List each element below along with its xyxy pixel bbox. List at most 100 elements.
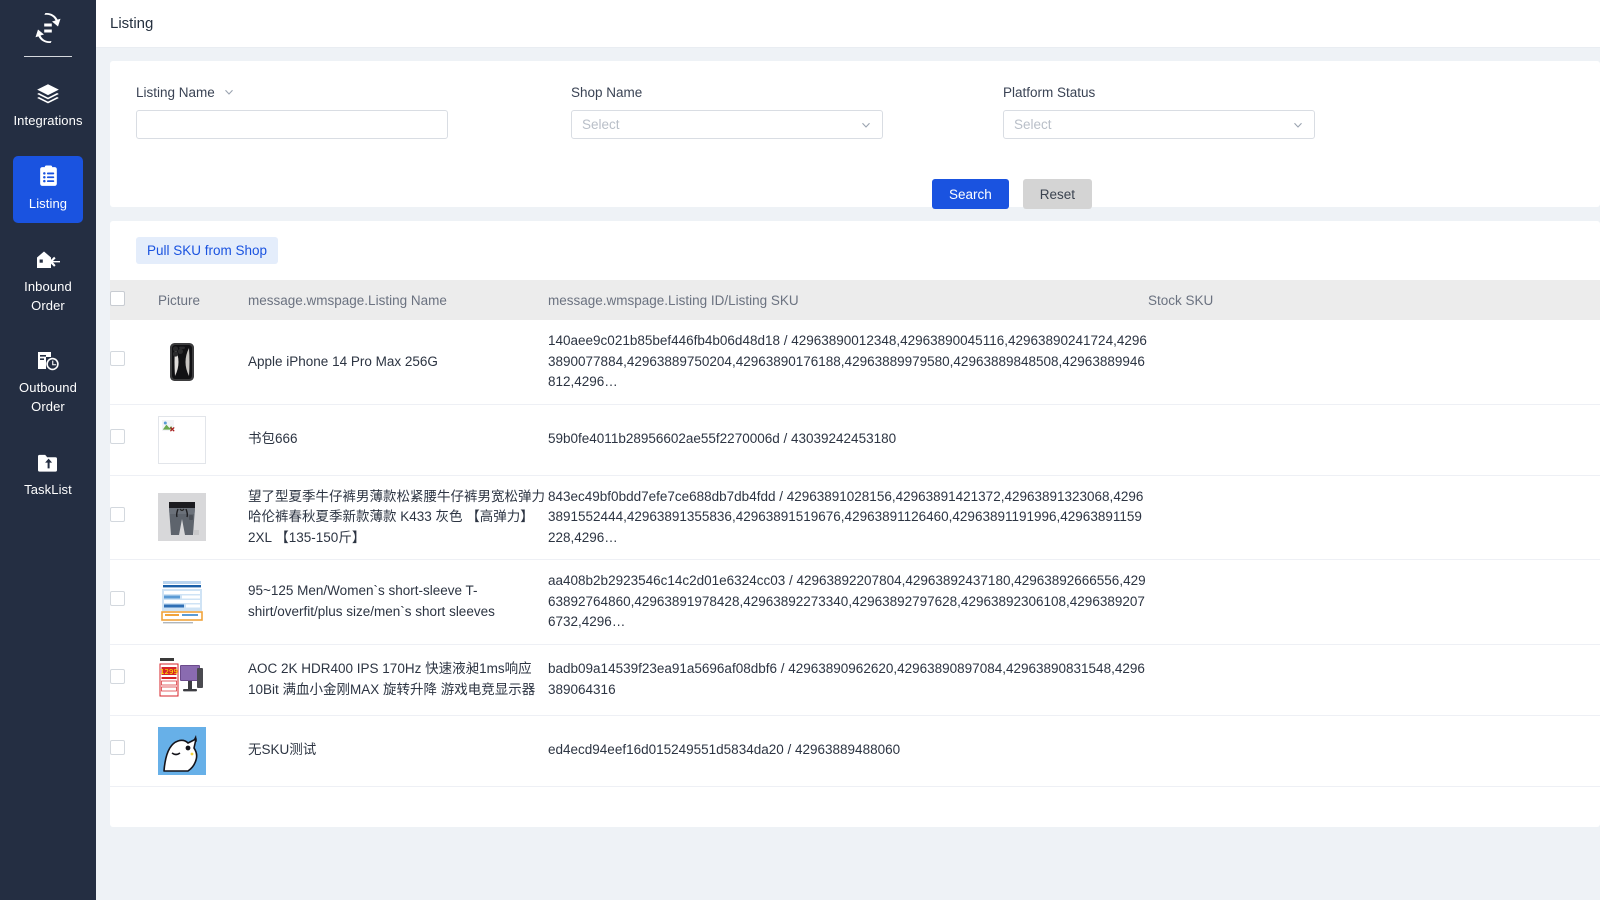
filter-button-row: Search Reset <box>932 179 1093 209</box>
row-checkbox[interactable] <box>110 351 125 367</box>
search-button[interactable]: Search <box>932 179 1009 209</box>
layers-icon <box>35 81 61 107</box>
filter-platform-status: Platform Status Select <box>1003 83 1315 139</box>
row-stock-sku <box>1148 475 1600 561</box>
main-area: Listing Listing Name Shop Name Select Pl… <box>96 0 1600 900</box>
aoc-monitor-thumbnail: 1299 <box>158 655 206 704</box>
row-listing-id: ed4ecd94eef16d015249551d5834da20 / 42963… <box>548 715 1148 787</box>
sidebar-item-label: Outbound Order <box>19 380 77 415</box>
shop-name-label-row: Shop Name <box>571 83 883 101</box>
filter-shop-name: Shop Name Select <box>571 83 883 139</box>
sidebar: Integrations Listing Inbound Order Outbo… <box>0 0 96 900</box>
filter-listing-name: Listing Name <box>136 83 448 139</box>
row-picture-cell <box>158 404 248 476</box>
svg-text:1299: 1299 <box>160 668 178 676</box>
sidebar-item-label: Listing <box>28 195 68 211</box>
sidebar-item-label: Integrations <box>13 113 83 128</box>
listing-name-label-row[interactable]: Listing Name <box>136 83 448 101</box>
clipboard-list-icon <box>35 164 61 190</box>
chevron-down-icon[interactable] <box>860 119 872 131</box>
table-body: Apple iPhone 14 Pro Max 256G 140aee9c021… <box>110 320 1600 787</box>
dog-avatar-thumbnail <box>158 726 206 775</box>
row-select-cell <box>110 475 158 561</box>
platform-status-label: Platform Status <box>1003 84 1096 100</box>
column-header-listing-name[interactable]: message.wmspage.Listing Name <box>248 280 548 320</box>
row-select-cell <box>110 559 158 645</box>
folder-upload-icon <box>35 450 61 476</box>
select-all-header <box>110 280 158 320</box>
listing-table: Picture message.wmspage.Listing Name mes… <box>110 280 1600 787</box>
row-select-cell <box>110 320 158 405</box>
table-header-row: Picture message.wmspage.Listing Name mes… <box>110 280 1600 320</box>
table-row[interactable]: Apple iPhone 14 Pro Max 256G 140aee9c021… <box>110 320 1600 405</box>
sidebar-item-integrations[interactable]: Integrations <box>13 73 83 140</box>
page-header: Listing <box>96 0 1600 48</box>
row-picture-cell <box>158 320 248 405</box>
sidebar-item-outbound-order[interactable]: Outbound Order <box>13 340 83 426</box>
table-head: Picture message.wmspage.Listing Name mes… <box>110 280 1600 320</box>
listing-table-panel: Pull SKU from Shop Picture message.wmspa… <box>110 221 1600 827</box>
row-stock-sku <box>1148 559 1600 645</box>
filter-panel: Listing Name Shop Name Select Platform S… <box>110 61 1600 209</box>
chevron-down-icon[interactable] <box>223 86 235 98</box>
shop-name-placeholder: Select <box>582 117 620 132</box>
grey-jeans-thumbnail <box>158 493 206 542</box>
row-listing-id: aa408b2b2923546c14c2d01e6324cc03 / 42963… <box>548 559 1148 645</box>
page-title: Listing <box>110 15 154 32</box>
pull-sku-from-shop-button[interactable]: Pull SKU from Shop <box>136 237 279 264</box>
row-listing-name: 书包666 <box>248 404 548 476</box>
sidebar-divider <box>24 56 72 57</box>
row-listing-name: Apple iPhone 14 Pro Max 256G <box>248 320 548 405</box>
table-row[interactable]: 书包666 59b0fe4011b28956602ae55f2270006d /… <box>110 404 1600 476</box>
table-row[interactable]: 望了型夏季牛仔裤男薄款松紧腰牛仔裤男宽松弹力哈伦裤春秋夏季新款薄款 K433 灰… <box>110 475 1600 561</box>
row-stock-sku <box>1148 644 1600 716</box>
row-stock-sku <box>1148 715 1600 787</box>
platform-status-select[interactable]: Select <box>1003 110 1315 139</box>
row-listing-name: 望了型夏季牛仔裤男薄款松紧腰牛仔裤男宽松弹力哈伦裤春秋夏季新款薄款 K433 灰… <box>248 475 548 561</box>
broken-image-thumbnail <box>158 415 206 464</box>
row-listing-id: 140aee9c021b85bef446fb4b06d48d18 / 42963… <box>548 320 1148 405</box>
document-clock-icon <box>35 348 61 374</box>
column-header-picture[interactable]: Picture <box>158 280 248 320</box>
row-listing-name: AOC 2K HDR400 IPS 170Hz 快速液昶1ms响应 10Bit … <box>248 644 548 716</box>
listing-name-input[interactable] <box>136 110 448 139</box>
row-checkbox[interactable] <box>110 506 125 522</box>
reset-button[interactable]: Reset <box>1022 179 1093 209</box>
platform-status-placeholder: Select <box>1014 117 1052 132</box>
table-row[interactable]: 1299 AOC 2K HDR400 IPS 170Hz 快速液昶1ms响应 1… <box>110 644 1600 716</box>
table-row[interactable]: 95~125 Men/Women`s short-sleeve T-shirt/… <box>110 559 1600 645</box>
sidebar-item-inbound-order[interactable]: Inbound Order <box>13 239 83 325</box>
table-row[interactable]: 无SKU测试 ed4ecd94eef16d015249551d5834da20 … <box>110 715 1600 787</box>
row-picture-cell <box>158 715 248 787</box>
sidebar-item-tasklist[interactable]: TaskList <box>13 442 83 509</box>
row-listing-name: 无SKU测试 <box>248 715 548 787</box>
row-select-cell <box>110 404 158 476</box>
sidebar-logo[interactable] <box>0 8 96 57</box>
select-all-checkbox[interactable] <box>110 291 125 306</box>
warehouse-inbound-icon <box>35 247 61 273</box>
row-checkbox[interactable] <box>110 428 125 444</box>
row-picture-cell: 1299 <box>158 644 248 716</box>
row-stock-sku <box>1148 404 1600 476</box>
column-header-stock-sku[interactable]: Stock SKU <box>1148 280 1600 320</box>
chevron-down-icon[interactable] <box>1292 119 1304 131</box>
row-picture-cell <box>158 559 248 645</box>
brand-sync-logo-icon <box>28 8 68 48</box>
row-listing-id: 59b0fe4011b28956602ae55f2270006d / 43039… <box>548 404 1148 476</box>
column-header-listing-id[interactable]: message.wmspage.Listing ID/Listing SKU <box>548 280 1148 320</box>
row-listing-name: 95~125 Men/Women`s short-sleeve T-shirt/… <box>248 559 548 645</box>
row-checkbox[interactable] <box>110 739 125 755</box>
row-checkbox[interactable] <box>110 668 125 684</box>
content-area: Listing Name Shop Name Select Platform S… <box>96 48 1600 827</box>
shop-name-label: Shop Name <box>571 84 643 100</box>
sidebar-item-label: Inbound Order <box>24 278 72 313</box>
row-listing-id: 843ec49bf0bdd7efe7ce688db7db4fdd / 42963… <box>548 475 1148 561</box>
tshirt-size-chart-thumbnail <box>158 577 206 626</box>
row-select-cell <box>110 715 158 787</box>
row-listing-id: badb09a14539f23ea91a5696af08dbf6 / 42963… <box>548 644 1148 716</box>
shop-name-select[interactable]: Select <box>571 110 883 139</box>
row-picture-cell <box>158 475 248 561</box>
row-stock-sku <box>1148 320 1600 405</box>
sidebar-item-listing[interactable]: Listing <box>13 155 83 223</box>
row-checkbox[interactable] <box>110 591 125 607</box>
